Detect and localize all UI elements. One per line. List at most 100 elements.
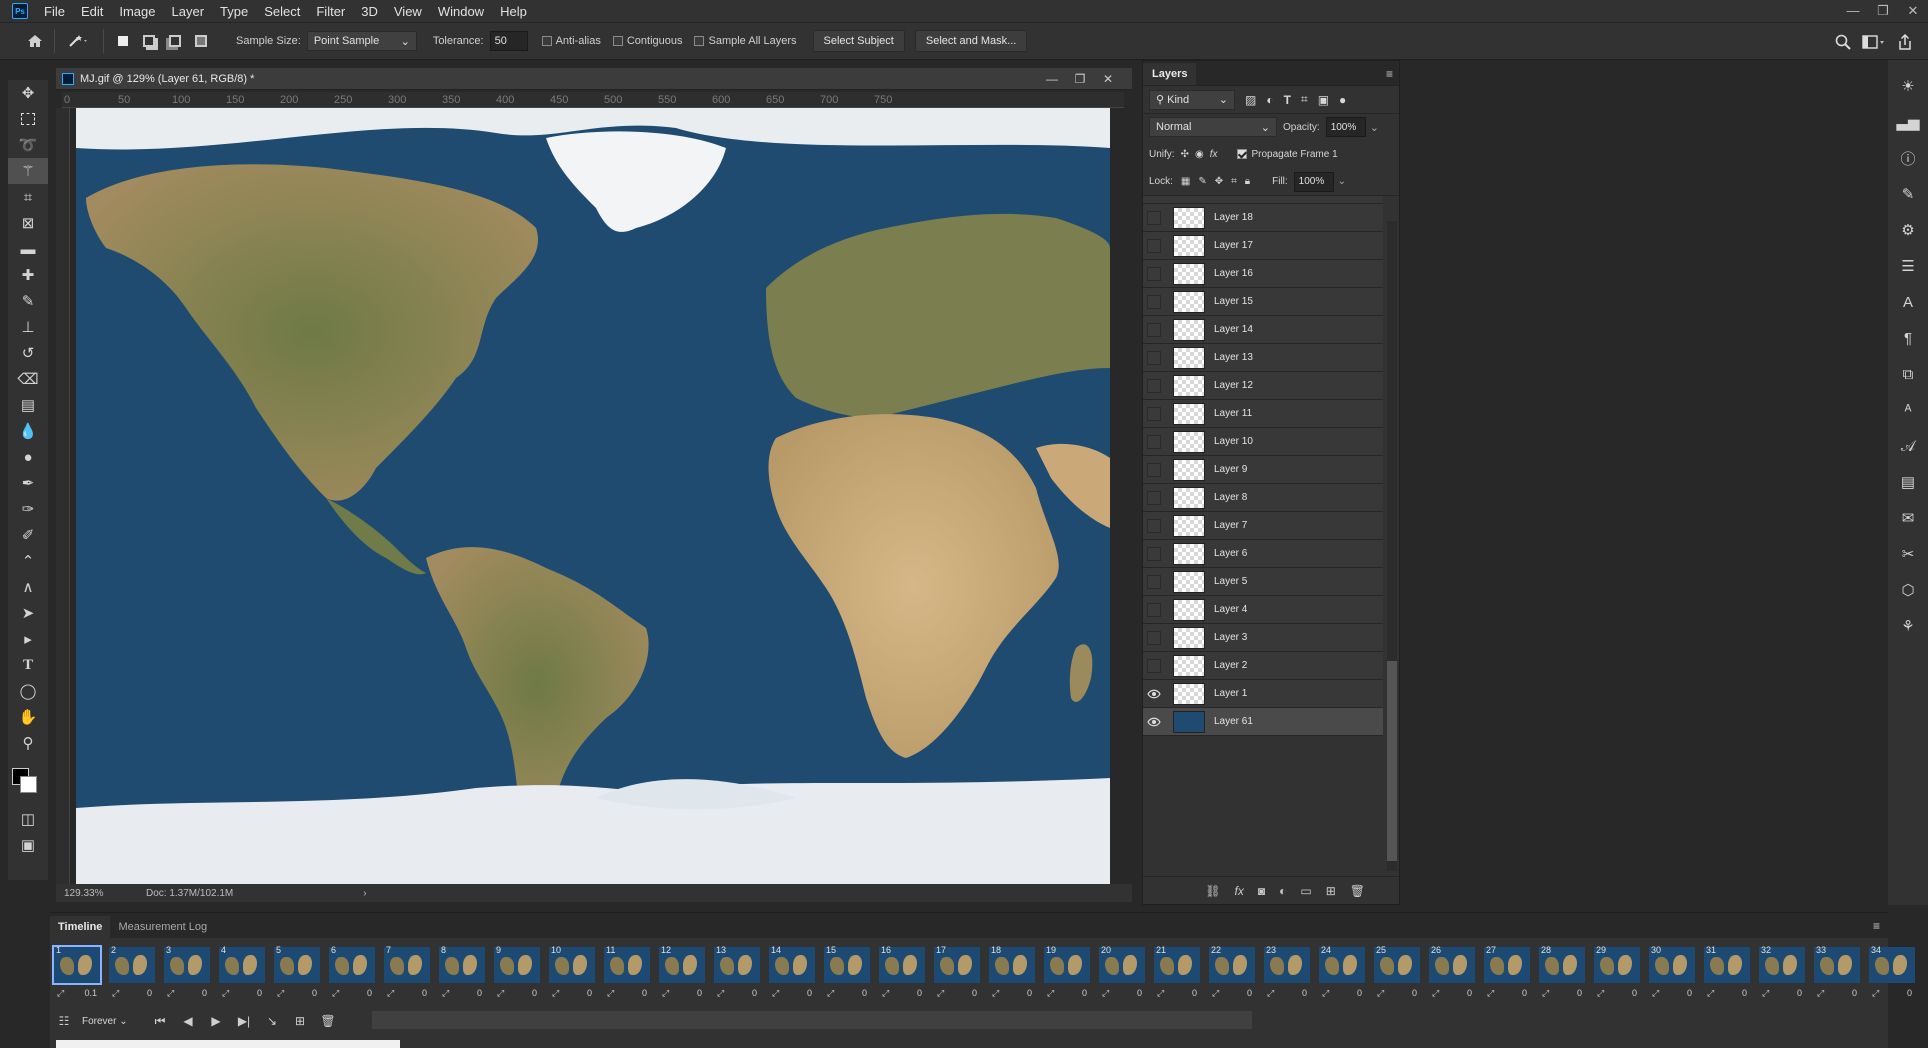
timeline-frame[interactable]: 1 ⤢ 0.1 — [50, 943, 105, 1003]
layer-row[interactable]: Layer 9 — [1143, 456, 1383, 484]
frame-delay[interactable]: ⤢ 0 — [219, 987, 265, 999]
filter-kind-select[interactable]: ⚲ Kind ⌄ — [1149, 89, 1235, 110]
timeline-frame[interactable]: 32 ⤢ 0 — [1755, 943, 1810, 1003]
history-brush-icon[interactable]: ↺ — [8, 340, 48, 366]
timeline-frame[interactable]: 19 ⤢ 0 — [1040, 943, 1095, 1003]
status-arrow-icon[interactable]: › — [363, 888, 366, 899]
frame-delay-value[interactable]: 0 — [312, 988, 317, 998]
timeline-frame[interactable]: 28 ⤢ 0 — [1535, 943, 1590, 1003]
menu-select[interactable]: Select — [256, 4, 308, 19]
duplicate-frame-icon[interactable]: ⊞ — [286, 1014, 314, 1028]
frame-delay-value[interactable]: 0 — [972, 988, 977, 998]
filter-smart-object-icon[interactable]: ▣ — [1318, 93, 1329, 107]
filter-type-icon[interactable]: T — [1284, 93, 1291, 107]
eye-icon[interactable] — [1143, 708, 1165, 736]
frame-delay-value[interactable]: 0 — [807, 988, 812, 998]
new-selection-icon[interactable] — [110, 28, 136, 54]
visibility-toggle[interactable] — [1143, 232, 1165, 260]
new-group-icon[interactable]: ▭ — [1300, 884, 1311, 898]
timeline-frame[interactable]: 4 ⤢ 0 — [215, 943, 270, 1003]
visibility-toggle[interactable] — [1143, 484, 1165, 512]
frame-delay[interactable]: ⤢ 0 — [659, 987, 705, 999]
disposal-icon[interactable]: ⤢ — [1157, 988, 1164, 999]
tools-icon[interactable]: ✂ — [1888, 536, 1928, 572]
frame-delay-value[interactable]: 0 — [1412, 988, 1417, 998]
histogram-icon[interactable]: ▃▅ — [1888, 104, 1928, 140]
menu-window[interactable]: Window — [430, 4, 492, 19]
adjustments-icon[interactable]: ⚙ — [1888, 212, 1928, 248]
filter-pixel-icon[interactable]: ▨ — [1245, 93, 1256, 107]
blend-mode-select[interactable]: Normal ⌄ — [1149, 117, 1277, 137]
brightness-icon[interactable]: ☀ — [1888, 68, 1928, 104]
disposal-icon[interactable]: ⤢ — [1817, 988, 1824, 999]
gradient-tool-icon[interactable]: ▤ — [8, 392, 48, 418]
propagate-frame-checkbox[interactable]: Propagate Frame 1 — [1237, 149, 1338, 160]
visibility-toggle[interactable] — [1143, 260, 1165, 288]
frame-tool-icon[interactable]: ⊠ — [8, 210, 48, 236]
frame-delay-value[interactable]: 0 — [477, 988, 482, 998]
frame-delay-value[interactable]: 0 — [1467, 988, 1472, 998]
frame-delay-value[interactable]: 0 — [1577, 988, 1582, 998]
frame-delay[interactable]: ⤢ 0 — [164, 987, 210, 999]
frame-delay[interactable]: ⤢ 0 — [1484, 987, 1530, 999]
frame-delay[interactable]: ⤢ 0 — [1209, 987, 1255, 999]
disposal-icon[interactable]: ⤢ — [1212, 988, 1219, 999]
disposal-icon[interactable]: ⤢ — [332, 988, 339, 999]
chevron-down-icon[interactable]: ⌄ — [1370, 121, 1379, 134]
disposal-icon[interactable]: ⤢ — [1432, 988, 1439, 999]
screen-mode-icon[interactable]: ▣ — [8, 832, 48, 858]
anchor-point-icon[interactable]: ⌃ — [8, 548, 48, 574]
frame-delay[interactable]: ⤢ 0 — [1704, 987, 1750, 999]
timeline-frame[interactable]: 17 ⤢ 0 — [930, 943, 985, 1003]
frame-delay[interactable]: ⤢ 0 — [109, 987, 155, 999]
frame-delay[interactable]: ⤢ 0 — [1264, 987, 1310, 999]
timeline-frame[interactable]: 26 ⤢ 0 — [1425, 943, 1480, 1003]
magic-wand-preset-icon[interactable] — [61, 28, 97, 54]
menu-3d[interactable]: 3D — [353, 4, 386, 19]
disposal-icon[interactable]: ⤢ — [57, 988, 64, 999]
layer-row[interactable]: Layer 6 — [1143, 540, 1383, 568]
timeline-frame[interactable]: 25 ⤢ 0 — [1370, 943, 1425, 1003]
healing-brush-icon[interactable]: ✚ — [8, 262, 48, 288]
layers-tab[interactable]: Layers — [1143, 63, 1197, 85]
3d-icon[interactable]: ⬡ — [1888, 572, 1928, 608]
disposal-icon[interactable]: ⤢ — [1597, 988, 1604, 999]
frame-delay[interactable]: ⤢ 0 — [494, 987, 540, 999]
timeline-frame[interactable]: 31 ⤢ 0 — [1700, 943, 1755, 1003]
lock-artboard-icon[interactable]: ⌗ — [1231, 176, 1237, 187]
play-icon[interactable]: ▶ — [202, 1014, 230, 1028]
disposal-icon[interactable]: ⤢ — [1377, 988, 1384, 999]
layers-scrollbar[interactable] — [1387, 221, 1397, 871]
frame-delay[interactable]: ⤢ 0 — [274, 987, 320, 999]
timeline-frame[interactable]: 16 ⤢ 0 — [875, 943, 930, 1003]
frame-delay[interactable]: ⤢ 0 — [1044, 987, 1090, 999]
visibility-toggle[interactable] — [1143, 456, 1165, 484]
layer-row[interactable]: Layer 13 — [1143, 344, 1383, 372]
visibility-toggle[interactable] — [1143, 372, 1165, 400]
background-color-swatch[interactable] — [20, 776, 37, 793]
frame-delay[interactable]: ⤢ 0 — [439, 987, 485, 999]
layer-row[interactable]: Layer 8 — [1143, 484, 1383, 512]
visibility-toggle[interactable] — [1143, 204, 1165, 232]
disposal-icon[interactable]: ⤢ — [1322, 988, 1329, 999]
layer-row[interactable]: Layer 2 — [1143, 652, 1383, 680]
frame-delay-value[interactable]: 0 — [1742, 988, 1747, 998]
eraser-tool-icon[interactable]: ⌫ — [8, 366, 48, 392]
crop-tool-icon[interactable]: ⌗ — [8, 184, 48, 210]
info-icon[interactable]: ⓘ — [1888, 140, 1928, 176]
frame-delay[interactable]: ⤢ 0 — [1099, 987, 1145, 999]
timeline-frame[interactable]: 33 ⤢ 0 — [1810, 943, 1865, 1003]
frame-delay[interactable]: ⤢ 0.1 — [54, 987, 100, 999]
direct-selection-icon[interactable]: ▸ — [8, 626, 48, 652]
canvas-world-map[interactable] — [76, 108, 1110, 884]
paragraph-icon[interactable]: ¶ — [1888, 320, 1928, 356]
timeline-frame[interactable]: 7 ⤢ 0 — [380, 943, 435, 1003]
next-frame-icon[interactable]: ▶| — [230, 1014, 258, 1028]
tab-timeline[interactable]: Timeline — [50, 916, 111, 938]
frame-delay-value[interactable]: 0 — [1027, 988, 1032, 998]
doc-restore-button[interactable]: ❐ — [1066, 68, 1094, 90]
disposal-icon[interactable]: ⤢ — [1542, 988, 1549, 999]
doc-close-button[interactable]: ✕ — [1094, 68, 1122, 90]
disposal-icon[interactable]: ⤢ — [937, 988, 944, 999]
frame-delay[interactable]: ⤢ 0 — [1154, 987, 1200, 999]
